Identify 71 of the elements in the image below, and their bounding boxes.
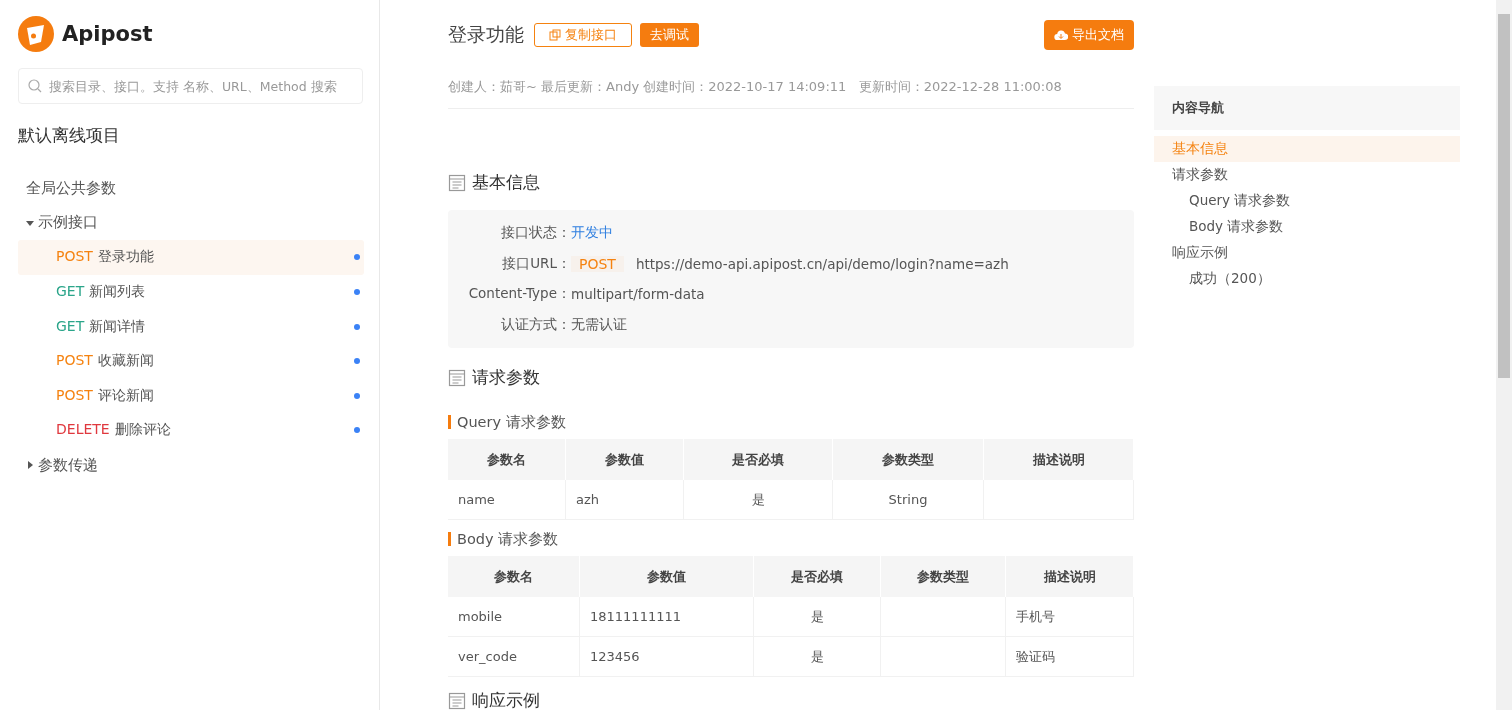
status-dot-icon [354,254,360,261]
column-header: 参数值 [566,439,684,480]
nav-link[interactable]: Query 请求参数 [1154,188,1460,214]
column-header: 参数类型 [833,439,984,480]
caret-down-icon[interactable] [26,218,34,227]
cloud-download-icon [1054,29,1068,41]
status-dot-icon [354,289,360,296]
status-dot-icon [354,323,360,330]
nav-link[interactable]: 请求参数 [1154,162,1460,188]
document-icon [448,368,466,387]
column-header: 参数名 [448,556,580,597]
table-cell: String [833,480,984,520]
column-header: 描述说明 [1006,556,1134,597]
folder-item[interactable]: 参数传递 [18,447,364,483]
nav-title: 内容导航 [1154,86,1460,130]
table-cell: mobile [448,597,580,637]
meta-info: 创建人：茹哥~ 最后更新：Andy 创建时间：2022-10-17 14:09:11 更新时间：2022-12-28 11:00:08 [448,78,1134,109]
table-cell: 123456 [580,637,754,677]
table-cell: 是 [754,597,881,637]
logo-text: Apipost [62,22,153,46]
method-tag: POST [571,255,624,272]
subsection-title: Query 请求参数 [448,415,1134,429]
section-title: 响应示例 [472,689,540,710]
table-cell: 验证码 [1006,637,1134,677]
section-title: 基本信息 [472,171,540,194]
table-cell: 手机号 [1006,597,1134,637]
search-field[interactable]: 搜索目录、接口。支持 名称、URL、Method 搜索 [18,68,363,104]
status-dot-icon [354,358,360,365]
column-header: 参数值 [580,556,754,597]
copy-icon [549,29,561,41]
table-cell: 18111111111 [580,597,754,637]
page-title: 登录功能 [448,22,524,47]
api-item[interactable]: POST 登录功能 [18,240,364,275]
api-item[interactable]: POST 评论新闻 [18,378,364,414]
section-title: 请求参数 [472,366,540,389]
content-type-value: multipart/form-data [571,286,705,303]
project-title: 默认离线项目 [18,124,121,147]
column-header: 是否必填 [684,439,833,480]
api-item[interactable]: GET 新闻详情 [18,309,364,344]
field-label: 认证方式： [500,315,571,334]
subsection-title: Body 请求参数 [448,532,1134,546]
nav-link[interactable]: 响应示例 [1154,240,1460,266]
folder-item[interactable]: 示例接口 [18,205,364,241]
document-icon [448,173,466,192]
table-cell: ver_code [448,637,580,677]
table-cell: azh [566,480,684,520]
api-item[interactable]: POST 收藏新闻 [18,343,364,379]
nav-link[interactable]: Body 请求参数 [1154,214,1460,240]
tree-item[interactable]: 全局公共参数 [18,171,364,206]
status-dot-icon [354,392,360,399]
auth-value: 无需认证 [571,315,627,334]
document-icon [448,691,466,710]
column-header: 描述说明 [984,439,1134,480]
table-cell: 是 [684,480,833,520]
field-label: Content-Type： [467,285,571,304]
scrollbar[interactable] [1496,0,1512,710]
caret-right-icon[interactable] [26,461,34,470]
column-header: 参数名 [448,439,566,480]
nav-link[interactable]: 成功（200） [1154,266,1460,292]
status-dot-icon [354,427,360,434]
logo-icon [18,16,54,52]
table-cell: name [448,480,566,520]
field-label: 接口URL： [501,254,571,273]
api-item[interactable]: GET 新闻列表 [18,274,364,310]
api-item[interactable]: DELETE 删除评论 [18,413,364,448]
field-label: 接口状态： [500,224,571,243]
status-value: 开发中 [571,224,613,243]
url-value: https://demo-api.apipost.cn/api/demo/login?name=azh [635,255,1009,272]
column-header: 参数类型 [881,556,1006,597]
table-cell: 是 [754,637,881,677]
column-header: 是否必填 [754,556,881,597]
